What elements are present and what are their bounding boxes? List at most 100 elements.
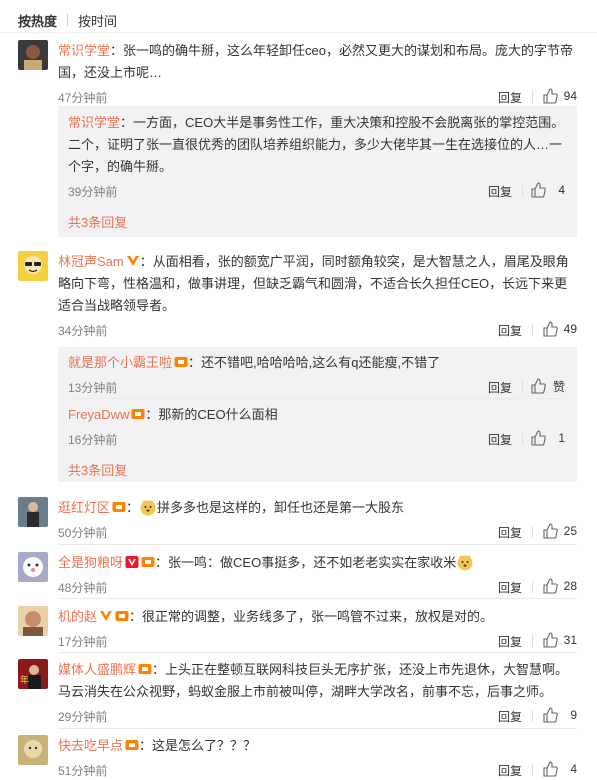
reply-button[interactable]: 回复 bbox=[488, 379, 512, 396]
reply-button[interactable]: 回复 bbox=[498, 322, 522, 339]
like-button[interactable]: 94 bbox=[542, 87, 577, 105]
username[interactable]: 就是那个小霸王啦 bbox=[68, 355, 172, 370]
username[interactable]: 全是狗粮呀 bbox=[58, 555, 123, 570]
like-button[interactable]: 1 bbox=[530, 429, 565, 447]
like-count: 28 bbox=[563, 579, 577, 593]
reply-box: 就是那个小霸王啦 ：还不错吧,哈哈哈哈,这么有q还能瘦,不错了 13分钟前 回复 … bbox=[58, 347, 577, 482]
divider bbox=[522, 185, 523, 197]
member-badge-icon bbox=[174, 355, 188, 369]
avatar[interactable] bbox=[18, 497, 48, 527]
username[interactable]: 林冠声Sam bbox=[58, 254, 124, 269]
username[interactable]: 逛红灯区 bbox=[58, 500, 110, 515]
reply-button[interactable]: 回复 bbox=[488, 431, 512, 448]
timestamp: 17分钟前 bbox=[58, 635, 108, 649]
comment-text: 这是怎么了？？？ bbox=[152, 738, 257, 753]
thumbs-up-icon bbox=[543, 761, 558, 777]
like-button[interactable]: 49 bbox=[542, 320, 577, 338]
timestamp: 48分钟前 bbox=[58, 581, 108, 595]
reply-button[interactable]: 回复 bbox=[498, 579, 522, 596]
member-badge-icon bbox=[138, 662, 152, 676]
divider bbox=[532, 91, 533, 103]
avatar[interactable] bbox=[18, 251, 48, 281]
username[interactable]: 常识学堂 bbox=[58, 43, 110, 58]
member-badge-icon bbox=[131, 407, 145, 421]
reply-item: 常识学堂：一方面，CEO大半是事务性工作，重大决策和控股不会脱离张的掌控范围。二… bbox=[68, 112, 565, 202]
reply-button[interactable]: 回复 bbox=[498, 89, 522, 106]
divider bbox=[532, 581, 533, 593]
divider bbox=[522, 433, 523, 445]
reply-item: 就是那个小霸王啦 ：还不错吧,哈哈哈哈,这么有q还能瘦,不错了 13分钟前 回复 … bbox=[68, 352, 565, 398]
like-label: 赞 bbox=[552, 379, 565, 394]
reply-button[interactable]: 回复 bbox=[498, 762, 522, 779]
reply-footer: 39分钟前 回复 4 bbox=[68, 180, 565, 202]
divider bbox=[532, 710, 533, 722]
like-button[interactable]: 31 bbox=[542, 631, 577, 649]
like-button[interactable]: 25 bbox=[542, 522, 577, 540]
thumbs-up-icon bbox=[531, 378, 546, 394]
username[interactable]: 常识学堂 bbox=[68, 115, 120, 130]
like-count: 1 bbox=[558, 431, 565, 445]
username[interactable]: FreyaDww bbox=[68, 407, 129, 422]
thumbs-up-icon bbox=[543, 632, 558, 648]
tabs-divider bbox=[0, 32, 597, 33]
timestamp: 50分钟前 bbox=[58, 526, 108, 540]
thumbs-up-icon bbox=[531, 182, 546, 198]
divider bbox=[532, 764, 533, 776]
comment-text: 拼多多也是这样的，卸任也还是第一大股东 bbox=[157, 500, 405, 515]
comment-text: 很正常的调整，业务线多了，张一鸣管不过来，放权是对的。 bbox=[142, 609, 494, 624]
comment-divider bbox=[58, 728, 577, 729]
comment-footer: 29分钟前 回复 9 bbox=[58, 705, 577, 727]
avatar[interactable] bbox=[18, 606, 48, 636]
thumbs-up-icon bbox=[543, 578, 558, 594]
username[interactable]: 媒体人盛鹏辉 bbox=[58, 662, 136, 677]
timestamp: 47分钟前 bbox=[58, 91, 108, 105]
like-count: 9 bbox=[570, 708, 577, 722]
like-button[interactable]: 4 bbox=[530, 181, 565, 199]
username[interactable]: 机的赵 bbox=[58, 609, 97, 624]
like-count: 4 bbox=[558, 183, 565, 197]
doge-emoji-icon bbox=[139, 498, 157, 516]
like-button[interactable]: 9 bbox=[542, 706, 577, 724]
reply-divider bbox=[68, 398, 567, 399]
timestamp: 34分钟前 bbox=[58, 324, 108, 338]
reply-footer: 16分钟前 回复 1 bbox=[68, 428, 565, 450]
avatar[interactable] bbox=[18, 735, 48, 765]
reply-text: 一方面，CEO大半是事务性工作，重大决策和控股不会脱离张的掌控范围。二个，证明了… bbox=[68, 115, 565, 174]
comment-divider bbox=[58, 652, 577, 653]
timestamp: 13分钟前 bbox=[68, 381, 118, 395]
comment-footer: 51分钟前 回复 4 bbox=[58, 759, 577, 780]
thumbs-up-icon bbox=[543, 88, 558, 104]
tab-time[interactable]: 按时间 bbox=[78, 11, 117, 30]
like-button[interactable]: 赞 bbox=[530, 377, 565, 395]
like-count: 31 bbox=[563, 633, 577, 647]
reply-button[interactable]: 回复 bbox=[498, 524, 522, 541]
member-badge-icon bbox=[112, 500, 126, 514]
thumbs-up-icon bbox=[543, 523, 558, 539]
username[interactable]: 快去吃早点 bbox=[58, 738, 123, 753]
thumbs-up-icon bbox=[543, 707, 558, 723]
sort-tabs: 按热度 按时间 bbox=[18, 9, 117, 31]
timestamp: 29分钟前 bbox=[58, 710, 108, 724]
avatar[interactable]: 年 bbox=[18, 659, 48, 689]
avatar[interactable] bbox=[18, 552, 48, 582]
like-button[interactable]: 28 bbox=[542, 577, 577, 595]
reply-button[interactable]: 回复 bbox=[498, 633, 522, 650]
more-replies-link[interactable]: 共3条回复 bbox=[68, 460, 127, 479]
reply-button[interactable]: 回复 bbox=[488, 183, 512, 200]
avatar[interactable] bbox=[18, 40, 48, 70]
comment-text: 张一鸣的确牛掰，这么年轻卸任ceo，必然又更大的谋划和布局。庞大的字节帝国，还没… bbox=[58, 43, 573, 80]
member-badge-icon bbox=[141, 555, 155, 569]
like-button[interactable]: 4 bbox=[542, 760, 577, 778]
tab-hot[interactable]: 按热度 bbox=[18, 11, 57, 30]
more-replies-link[interactable]: 共3条回复 bbox=[68, 212, 127, 231]
like-count: 94 bbox=[563, 89, 577, 103]
comment-footer: 17分钟前 回复 31 bbox=[58, 630, 577, 652]
comment-divider bbox=[58, 544, 577, 545]
reply-box: 常识学堂：一方面，CEO大半是事务性工作，重大决策和控股不会脱离张的掌控范围。二… bbox=[58, 106, 577, 237]
like-count: 25 bbox=[563, 524, 577, 538]
divider bbox=[522, 381, 523, 393]
thumbs-up-icon bbox=[543, 321, 558, 337]
divider bbox=[532, 635, 533, 647]
reply-button[interactable]: 回复 bbox=[498, 708, 522, 725]
svg-text:年: 年 bbox=[20, 674, 29, 686]
